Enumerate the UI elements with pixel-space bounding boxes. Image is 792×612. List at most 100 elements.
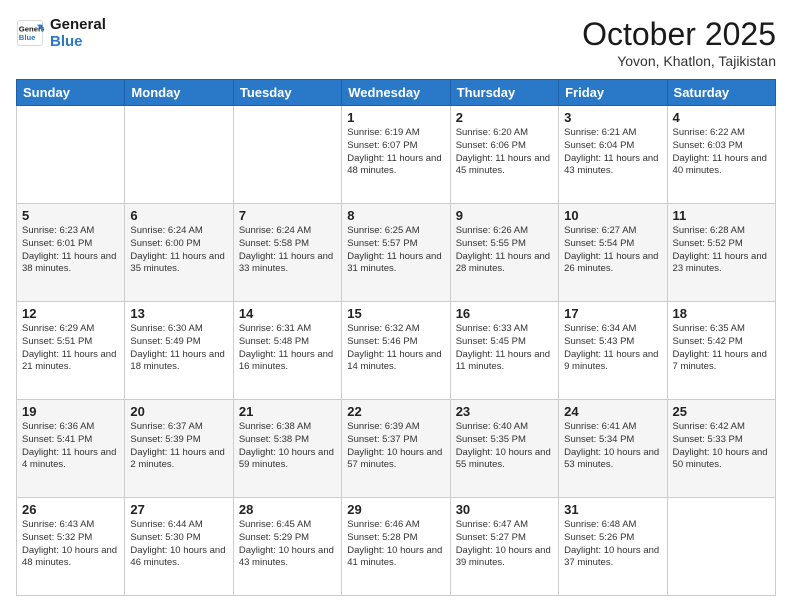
day-info: Sunrise: 6:34 AM Sunset: 5:43 PM Dayligh… bbox=[564, 323, 661, 374]
day-number: 29 bbox=[347, 502, 444, 517]
calendar-table: SundayMondayTuesdayWednesdayThursdayFrid… bbox=[16, 79, 776, 596]
day-number: 15 bbox=[347, 306, 444, 321]
day-info: Sunrise: 6:26 AM Sunset: 5:55 PM Dayligh… bbox=[456, 225, 553, 276]
day-info: Sunrise: 6:29 AM Sunset: 5:51 PM Dayligh… bbox=[22, 323, 119, 374]
day-info: Sunrise: 6:24 AM Sunset: 5:58 PM Dayligh… bbox=[239, 225, 336, 276]
day-number: 4 bbox=[673, 110, 770, 125]
calendar-cell: 20Sunrise: 6:37 AM Sunset: 5:39 PM Dayli… bbox=[125, 400, 233, 498]
calendar-cell: 18Sunrise: 6:35 AM Sunset: 5:42 PM Dayli… bbox=[667, 302, 775, 400]
day-number: 2 bbox=[456, 110, 553, 125]
weekday-header-thursday: Thursday bbox=[450, 80, 558, 106]
calendar-cell: 11 Sunrise: 6:28 AM Sunset: 5:52 PM Dayli… bbox=[667, 204, 775, 302]
day-number: 11 bbox=[673, 208, 770, 223]
day-info: Sunrise: 6:45 AM Sunset: 5:29 PM Dayligh… bbox=[239, 519, 336, 570]
calendar-cell: 1Sunrise: 6:19 AM Sunset: 6:07 PM Daylig… bbox=[342, 106, 450, 204]
day-number: 31 bbox=[564, 502, 661, 517]
day-info: Sunrise: 6:33 AM Sunset: 5:45 PM Dayligh… bbox=[456, 323, 553, 374]
day-info: Sunrise: 6:42 AM Sunset: 5:33 PM Dayligh… bbox=[673, 421, 770, 472]
day-number: 17 bbox=[564, 306, 661, 321]
weekday-header-friday: Friday bbox=[559, 80, 667, 106]
weekday-header-sunday: Sunday bbox=[17, 80, 125, 106]
day-info: Sunrise: 6:43 AM Sunset: 5:32 PM Dayligh… bbox=[22, 519, 119, 570]
calendar-cell bbox=[17, 106, 125, 204]
day-number: 8 bbox=[347, 208, 444, 223]
calendar-cell: 13Sunrise: 6:30 AM Sunset: 5:49 PM Dayli… bbox=[125, 302, 233, 400]
calendar-cell: 15 Sunrise: 6:32 AM Sunset: 5:46 PM Dayli… bbox=[342, 302, 450, 400]
day-info: Sunrise: 6:44 AM Sunset: 5:30 PM Dayligh… bbox=[130, 519, 227, 570]
calendar-cell: 5Sunrise: 6:23 AM Sunset: 6:01 PM Daylig… bbox=[17, 204, 125, 302]
day-info: Sunrise: 6:23 AM Sunset: 6:01 PM Dayligh… bbox=[22, 225, 119, 276]
calendar-cell: 6 Sunrise: 6:24 AM Sunset: 6:00 PM Daylig… bbox=[125, 204, 233, 302]
day-number: 24 bbox=[564, 404, 661, 419]
day-number: 26 bbox=[22, 502, 119, 517]
calendar-cell: 9 Sunrise: 6:26 AM Sunset: 5:55 PM Daylig… bbox=[450, 204, 558, 302]
calendar-header-row: SundayMondayTuesdayWednesdayThursdayFrid… bbox=[17, 80, 776, 106]
day-info: Sunrise: 6:47 AM Sunset: 5:27 PM Dayligh… bbox=[456, 519, 553, 570]
day-info: Sunrise: 6:24 AM Sunset: 6:00 PM Dayligh… bbox=[130, 225, 227, 276]
calendar-cell: 24 Sunrise: 6:41 AM Sunset: 5:34 PM Dayli… bbox=[559, 400, 667, 498]
day-number: 3 bbox=[564, 110, 661, 125]
day-info: Sunrise: 6:28 AM Sunset: 5:52 PM Dayligh… bbox=[673, 225, 770, 276]
calendar-cell: 8 Sunrise: 6:25 AM Sunset: 5:57 PM Daylig… bbox=[342, 204, 450, 302]
calendar-cell: 17 Sunrise: 6:34 AM Sunset: 5:43 PM Dayli… bbox=[559, 302, 667, 400]
calendar-cell: 31Sunrise: 6:48 AM Sunset: 5:26 PM Dayli… bbox=[559, 498, 667, 596]
day-number: 27 bbox=[130, 502, 227, 517]
day-number: 22 bbox=[347, 404, 444, 419]
calendar-cell bbox=[125, 106, 233, 204]
calendar-cell: 21Sunrise: 6:38 AM Sunset: 5:38 PM Dayli… bbox=[233, 400, 341, 498]
day-number: 30 bbox=[456, 502, 553, 517]
day-info: Sunrise: 6:41 AM Sunset: 5:34 PM Dayligh… bbox=[564, 421, 661, 472]
weekday-header-tuesday: Tuesday bbox=[233, 80, 341, 106]
day-number: 9 bbox=[456, 208, 553, 223]
calendar-week-3: 12 Sunrise: 6:29 AM Sunset: 5:51 PM Dayli… bbox=[17, 302, 776, 400]
day-info: Sunrise: 6:39 AM Sunset: 5:37 PM Dayligh… bbox=[347, 421, 444, 472]
weekday-header-monday: Monday bbox=[125, 80, 233, 106]
location: Yovon, Khatlon, Tajikistan bbox=[582, 53, 776, 69]
calendar-cell: 2 Sunrise: 6:20 AM Sunset: 6:06 PM Daylig… bbox=[450, 106, 558, 204]
day-number: 19 bbox=[22, 404, 119, 419]
day-number: 14 bbox=[239, 306, 336, 321]
page: General Blue General Blue October 2025 Y… bbox=[0, 0, 792, 612]
day-number: 10 bbox=[564, 208, 661, 223]
calendar-cell: 7 Sunrise: 6:24 AM Sunset: 5:58 PM Daylig… bbox=[233, 204, 341, 302]
weekday-header-wednesday: Wednesday bbox=[342, 80, 450, 106]
day-info: Sunrise: 6:22 AM Sunset: 6:03 PM Dayligh… bbox=[673, 127, 770, 178]
day-number: 13 bbox=[130, 306, 227, 321]
calendar-cell: 10 Sunrise: 6:27 AM Sunset: 5:54 PM Dayli… bbox=[559, 204, 667, 302]
day-info: Sunrise: 6:37 AM Sunset: 5:39 PM Dayligh… bbox=[130, 421, 227, 472]
calendar-week-1: 1Sunrise: 6:19 AM Sunset: 6:07 PM Daylig… bbox=[17, 106, 776, 204]
day-info: Sunrise: 6:20 AM Sunset: 6:06 PM Dayligh… bbox=[456, 127, 553, 178]
day-number: 23 bbox=[456, 404, 553, 419]
day-number: 1 bbox=[347, 110, 444, 125]
svg-text:Blue: Blue bbox=[19, 33, 36, 42]
calendar-cell: 16Sunrise: 6:33 AM Sunset: 5:45 PM Dayli… bbox=[450, 302, 558, 400]
day-info: Sunrise: 6:25 AM Sunset: 5:57 PM Dayligh… bbox=[347, 225, 444, 276]
calendar-cell: 3Sunrise: 6:21 AM Sunset: 6:04 PM Daylig… bbox=[559, 106, 667, 204]
day-number: 18 bbox=[673, 306, 770, 321]
calendar-cell: 27 Sunrise: 6:44 AM Sunset: 5:30 PM Dayli… bbox=[125, 498, 233, 596]
calendar-cell: 19Sunrise: 6:36 AM Sunset: 5:41 PM Dayli… bbox=[17, 400, 125, 498]
day-info: Sunrise: 6:40 AM Sunset: 5:35 PM Dayligh… bbox=[456, 421, 553, 472]
header: General Blue General Blue October 2025 Y… bbox=[16, 16, 776, 69]
day-number: 25 bbox=[673, 404, 770, 419]
day-number: 7 bbox=[239, 208, 336, 223]
calendar-cell: 22 Sunrise: 6:39 AM Sunset: 5:37 PM Dayli… bbox=[342, 400, 450, 498]
day-info: Sunrise: 6:32 AM Sunset: 5:46 PM Dayligh… bbox=[347, 323, 444, 374]
logo-line1: General bbox=[50, 16, 106, 33]
calendar-cell: 14Sunrise: 6:31 AM Sunset: 5:48 PM Dayli… bbox=[233, 302, 341, 400]
calendar-cell: 30 Sunrise: 6:47 AM Sunset: 5:27 PM Dayli… bbox=[450, 498, 558, 596]
day-number: 12 bbox=[22, 306, 119, 321]
calendar-cell: 4 Sunrise: 6:22 AM Sunset: 6:03 PM Daylig… bbox=[667, 106, 775, 204]
calendar-cell bbox=[233, 106, 341, 204]
logo-icon: General Blue bbox=[16, 19, 44, 47]
month-title: October 2025 bbox=[582, 16, 776, 53]
day-number: 6 bbox=[130, 208, 227, 223]
calendar-week-2: 5Sunrise: 6:23 AM Sunset: 6:01 PM Daylig… bbox=[17, 204, 776, 302]
calendar-cell: 12 Sunrise: 6:29 AM Sunset: 5:51 PM Dayli… bbox=[17, 302, 125, 400]
calendar-cell bbox=[667, 498, 775, 596]
weekday-header-saturday: Saturday bbox=[667, 80, 775, 106]
calendar-week-4: 19Sunrise: 6:36 AM Sunset: 5:41 PM Dayli… bbox=[17, 400, 776, 498]
day-info: Sunrise: 6:46 AM Sunset: 5:28 PM Dayligh… bbox=[347, 519, 444, 570]
day-info: Sunrise: 6:27 AM Sunset: 5:54 PM Dayligh… bbox=[564, 225, 661, 276]
logo: General Blue General Blue bbox=[16, 16, 106, 51]
